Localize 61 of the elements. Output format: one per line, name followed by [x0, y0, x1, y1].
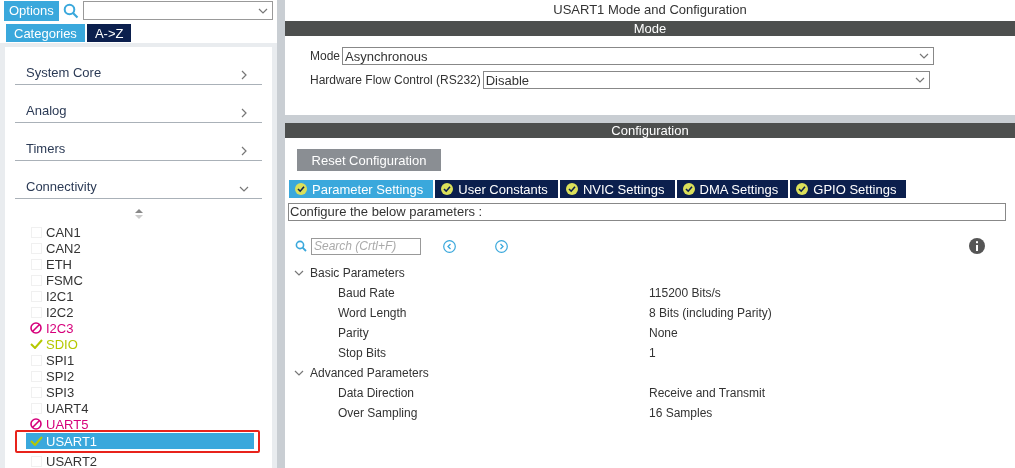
peripheral-item[interactable]: SPI3 [26, 384, 254, 400]
settings-tab[interactable]: GPIO Settings [790, 180, 907, 198]
peripheral-item[interactable]: FSMC [26, 272, 254, 288]
sort-icon[interactable] [134, 209, 143, 220]
chevron-down-icon[interactable] [294, 368, 304, 378]
search-dropdown[interactable] [82, 1, 273, 20]
peripheral-item[interactable]: SPI2 [26, 368, 254, 384]
peripheral-item[interactable]: UART4 [26, 400, 254, 416]
settings-tab[interactable]: User Constants [435, 180, 558, 198]
field-label: Hardware Flow Control (RS232) [310, 73, 481, 87]
parameter-name: Parity [338, 326, 370, 340]
peripheral-item[interactable]: I2C3 [26, 320, 254, 336]
chevron-down-icon [239, 184, 249, 194]
check-circle-icon [796, 183, 809, 195]
peripheral-item[interactable]: I2C1 [26, 288, 254, 304]
check-circle-icon [295, 183, 307, 195]
peripheral-item[interactable]: I2C2 [26, 304, 254, 320]
parameter-value: Receive and Transmit [649, 386, 767, 400]
search-field[interactable]: Search (Crtl+F) [311, 237, 421, 255]
parameter-name: Over Sampling [338, 406, 419, 420]
chevron-right-icon [239, 146, 249, 156]
window-title: USART1 Mode and Configuration [552, 1, 748, 19]
group-label: Basic Parameters [310, 266, 405, 280]
chevron-down-icon[interactable] [294, 268, 304, 278]
section-header: Configuration [285, 123, 1015, 138]
peripheral-item[interactable]: CAN1 [26, 224, 254, 240]
mode-select[interactable]: Asynchronous [342, 47, 935, 65]
parameter-value: 1 [649, 346, 657, 360]
chevron-down-icon [919, 51, 930, 61]
peripheral-item[interactable]: UART5 [26, 416, 254, 432]
info-icon[interactable] [969, 238, 985, 254]
peripheral-item[interactable]: CAN2 [26, 240, 254, 256]
parameter-value: 8 Bits (including Parity) [649, 306, 773, 320]
field-label: Mode [310, 49, 341, 63]
settings-tab[interactable]: NVIC Settings [559, 180, 675, 198]
parameter-name: Word Length [338, 306, 408, 320]
check-circle-icon [441, 183, 454, 195]
peripheral-item[interactable]: SPI1 [26, 352, 254, 368]
check-circle-icon [682, 183, 695, 195]
check-circle-icon [565, 183, 578, 195]
parameter-name: Baud Rate [338, 286, 396, 300]
search-icon [295, 240, 307, 252]
chevron-down-icon [914, 75, 925, 85]
parameter-name: Data Direction [338, 386, 416, 400]
group-label: Advanced Parameters [310, 366, 429, 380]
chevron-right-icon [239, 70, 249, 80]
chevron-right-icon [239, 108, 249, 118]
search-icon[interactable] [62, 2, 79, 19]
parameter-value: None [649, 326, 679, 340]
peripheral-item[interactable]: ETH [26, 256, 254, 272]
parameter-value: 115200 Bits/s [649, 286, 722, 300]
previous-icon[interactable] [443, 239, 456, 253]
parameter-value: 16 Samples [649, 406, 714, 420]
next-icon[interactable] [495, 239, 508, 253]
peripheral-item[interactable]: USART2 [26, 453, 254, 468]
description-field: Configure the below parameters : [288, 203, 1006, 221]
mode-select[interactable]: Disable [482, 71, 930, 89]
parameter-name: Stop Bits [338, 346, 388, 360]
settings-tab[interactable]: DMA Settings [676, 180, 789, 198]
section-header: Mode [285, 21, 1015, 36]
view-tab[interactable]: A->Z [86, 24, 132, 42]
